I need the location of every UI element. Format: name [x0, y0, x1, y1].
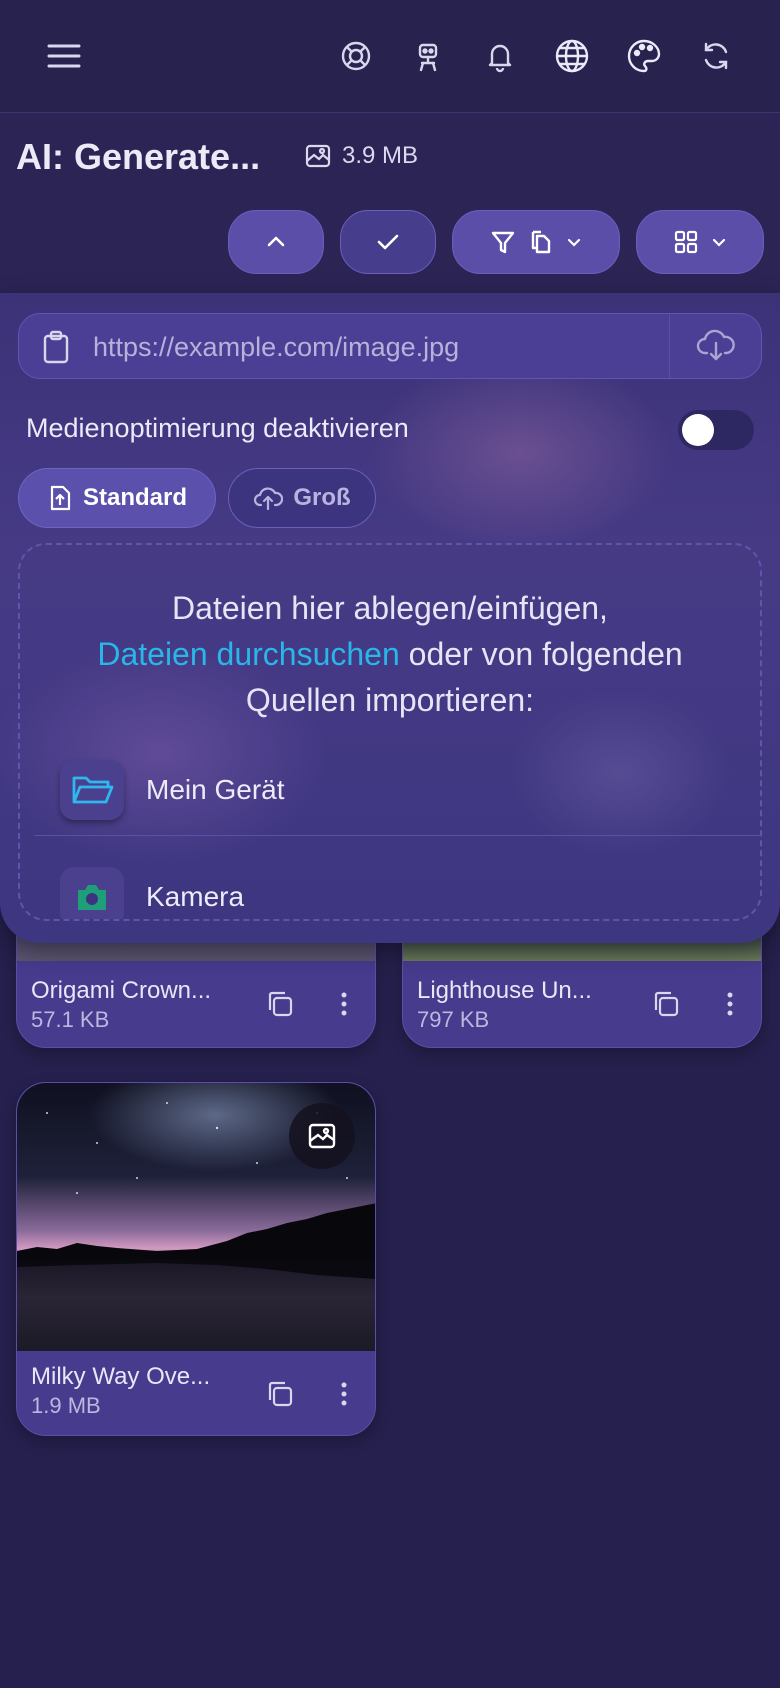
filter-icon	[489, 228, 517, 256]
palette-icon[interactable]	[624, 36, 664, 76]
file-name: Milky Way Ove...	[31, 1363, 211, 1390]
file-name: Origami Crown...	[31, 977, 212, 1004]
file-size: 797 KB	[417, 1007, 490, 1032]
view-mode-button[interactable]	[636, 210, 764, 274]
copy-icon[interactable]	[651, 989, 681, 1019]
file-size: 1.9 MB	[31, 1393, 101, 1418]
browse-files-link[interactable]: Dateien durchsuchen	[97, 636, 399, 672]
mode-standard-button[interactable]: Standard	[18, 468, 216, 528]
more-options-icon[interactable]	[725, 989, 735, 1019]
collapse-button[interactable]	[228, 210, 324, 274]
url-import-field	[18, 313, 762, 379]
bell-icon[interactable]	[480, 36, 520, 76]
cloud-download-icon	[696, 329, 736, 363]
file-upload-icon	[47, 484, 73, 512]
menu-icon[interactable]	[44, 36, 84, 76]
chevron-down-icon	[565, 233, 583, 251]
more-options-icon[interactable]	[339, 1379, 349, 1409]
refresh-icon[interactable]	[696, 36, 736, 76]
optimization-toggle[interactable]	[678, 410, 754, 450]
drop-zone-line3: Quellen importieren:	[245, 682, 535, 718]
source-my-device[interactable]: Mein Gerät	[60, 757, 720, 823]
url-input[interactable]	[91, 324, 671, 370]
mode-standard-label: Standard	[82, 484, 187, 511]
clipboard-icon[interactable]	[41, 330, 71, 364]
drop-zone[interactable]: Dateien hier ablegen/einfügen, Dateien d…	[18, 543, 762, 921]
folder-icon	[60, 760, 124, 820]
image-icon	[306, 1120, 338, 1152]
chevron-down-icon	[710, 233, 728, 251]
source-divider	[34, 835, 760, 836]
files-icon	[527, 228, 555, 256]
camera-icon	[60, 867, 124, 919]
top-bar	[0, 0, 780, 113]
file-name: Lighthouse Un...	[417, 977, 592, 1004]
cloud-upload-icon	[253, 485, 284, 511]
toggle-knob	[682, 414, 714, 446]
drop-zone-text: Dateien hier ablegen/einfügen, Dateien d…	[40, 585, 740, 723]
robot-icon[interactable]	[408, 36, 448, 76]
grid-icon	[672, 228, 700, 256]
chevron-up-icon	[264, 230, 288, 254]
file-info: Origami Crown... 57.1 KB	[31, 977, 211, 1033]
source-label: Kamera	[146, 881, 245, 912]
file-info: Milky Way Ove... 1.9 MB	[31, 1363, 210, 1419]
copy-icon[interactable]	[265, 989, 295, 1019]
more-options-icon[interactable]	[339, 989, 349, 1019]
drop-zone-line1: Dateien hier ablegen/einfügen,	[172, 590, 608, 626]
image-icon	[304, 142, 332, 170]
globe-icon[interactable]	[552, 36, 592, 76]
copy-icon[interactable]	[265, 1379, 295, 1409]
image-type-badge	[289, 1103, 355, 1169]
source-camera[interactable]: Kamera	[60, 867, 245, 919]
file-size: 57.1 KB	[31, 1007, 110, 1032]
optimization-toggle-label: Medienoptimierung deaktivieren	[26, 413, 409, 443]
support-icon[interactable]	[336, 36, 376, 76]
mode-large-label: Groß	[293, 484, 351, 511]
mode-large-button[interactable]: Groß	[228, 468, 376, 528]
drop-zone-line2: oder von folgenden	[399, 636, 683, 672]
page-title: AI: Generate...	[16, 136, 261, 177]
source-label: Mein Gerät	[146, 774, 285, 805]
upload-panel: Medienoptimierung deaktivieren Standard …	[0, 293, 780, 943]
total-size-label: 3.9 MB	[342, 142, 419, 169]
file-card[interactable]: Milky Way Ove... 1.9 MB	[16, 1082, 376, 1436]
total-size: 3.9 MB	[304, 142, 418, 170]
url-download-button[interactable]	[669, 314, 761, 378]
file-info: Lighthouse Un... 797 KB	[417, 977, 592, 1033]
select-button[interactable]	[340, 210, 436, 274]
filter-button[interactable]	[452, 210, 620, 274]
check-icon	[375, 229, 401, 255]
